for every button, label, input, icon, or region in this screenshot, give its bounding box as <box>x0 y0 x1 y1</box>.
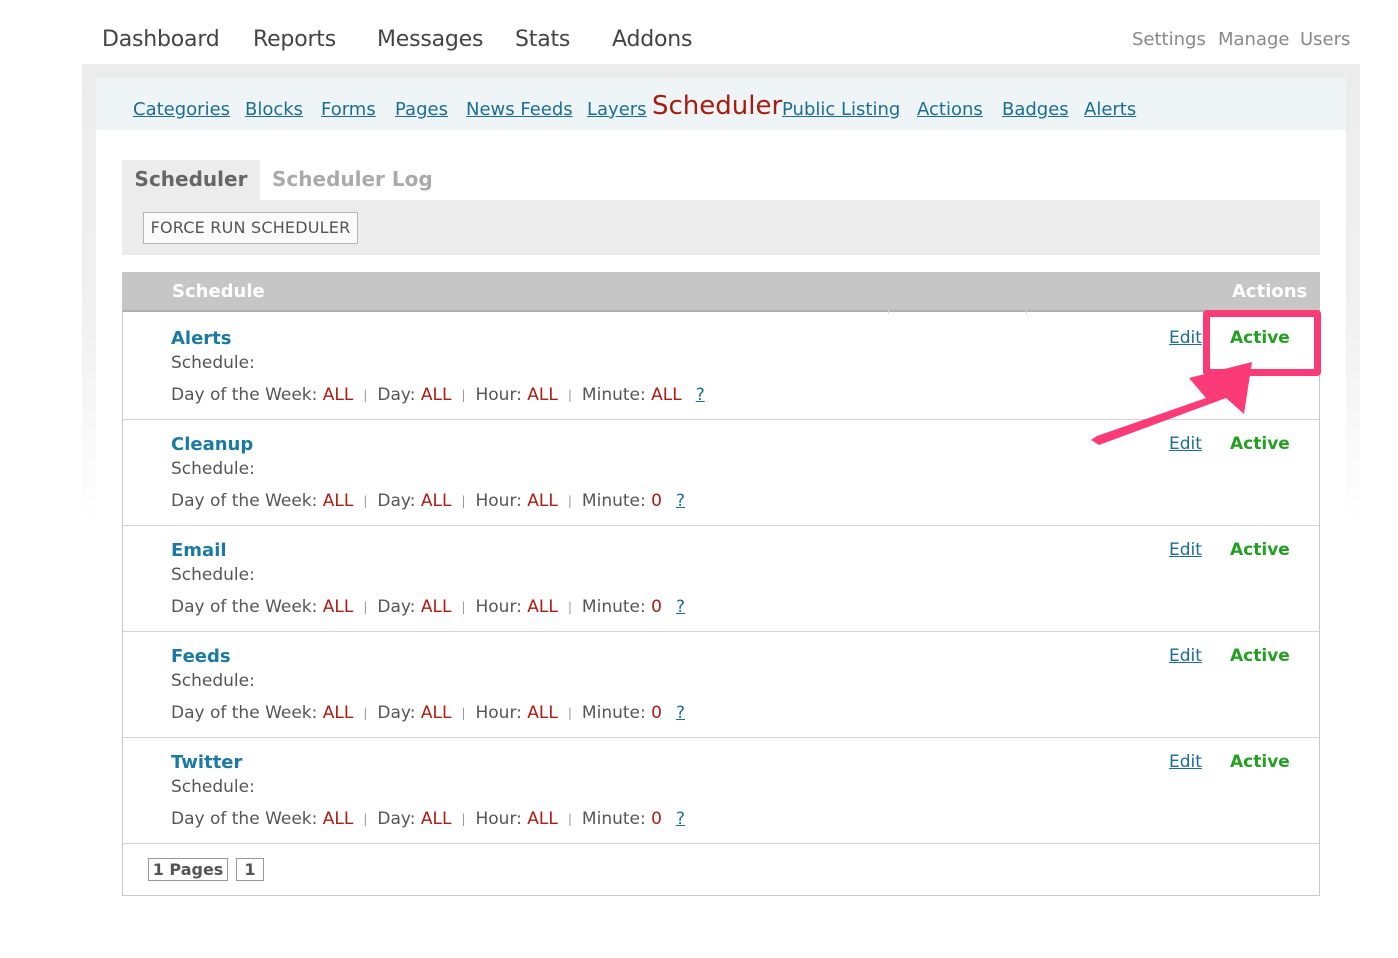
annotation-arrow-icon <box>1091 362 1252 445</box>
